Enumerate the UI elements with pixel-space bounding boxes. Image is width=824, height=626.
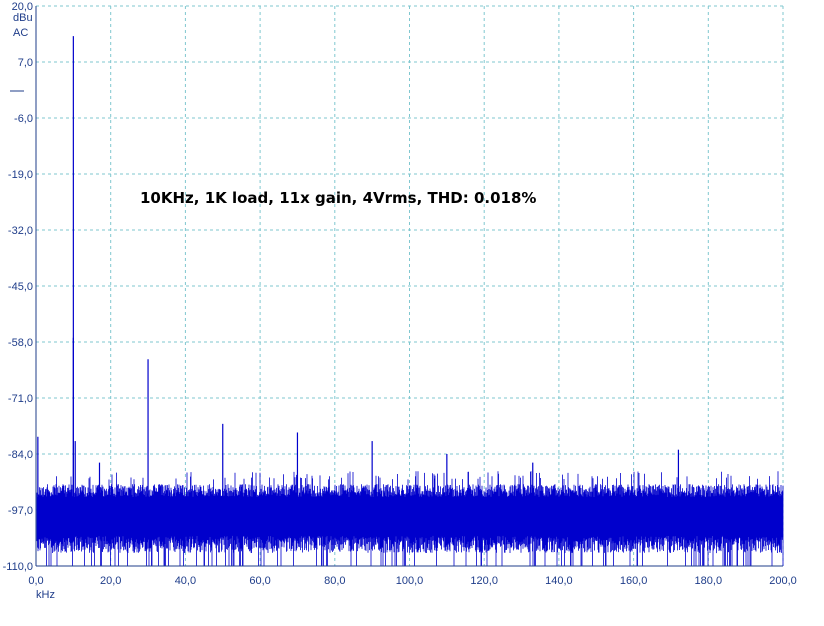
y-tick-label: -32,0 (8, 225, 33, 237)
y-tick-label: -19,0 (8, 169, 33, 181)
y-tick-label: -110,0 (3, 561, 33, 573)
y-tick-label: -58,0 (8, 337, 33, 349)
x-tick-label: 200,0 (769, 575, 797, 587)
x-tick-label: 0,0 (28, 575, 43, 587)
y-tick-label: -71,0 (8, 393, 33, 405)
x-tick-label: 20,0 (100, 575, 121, 587)
y-tick-label: -6,0 (14, 113, 33, 125)
y-tick-label: -97,0 (8, 505, 33, 517)
y-unit-label: dBu (13, 12, 33, 24)
x-tick-label: 80,0 (324, 575, 345, 587)
chart-title: 10KHz, 1K load, 11x gain, 4Vrms, THD: 0.… (140, 189, 536, 207)
harmonic-peaks (37, 36, 680, 506)
x-tick-label: 140,0 (545, 575, 573, 587)
y-tick-label: -84,0 (8, 449, 33, 461)
spectrum-chart: 20,0 7,0 -6,0 -19,0 -32,0 -45,0 -58,0 -71,0 -84,… (3, 1, 797, 601)
x-tick-label: 120,0 (470, 575, 498, 587)
x-tick-labels: 0,0 20,0 40,0 60,0 80,0 100,0 120,0 140,0 160,0 1… (28, 575, 796, 587)
x-tick-label: 100,0 (396, 575, 424, 587)
y-mode-label: AC (13, 27, 28, 39)
x-tick-label: 40,0 (175, 575, 196, 587)
x-tick-label: 60,0 (249, 575, 270, 587)
x-unit-label: kHz (36, 589, 55, 601)
y-tick-label: 7,0 (18, 57, 33, 69)
spectrum-trace (36, 471, 784, 566)
x-tick-label: 160,0 (620, 575, 648, 587)
y-tick-labels: 20,07,0-6,0-19,0-32,0-45,0-58,0-71,0-84,… (3, 1, 33, 573)
noise-floor-trace (36, 471, 784, 566)
x-tick-label: 180,0 (695, 575, 723, 587)
y-tick-label: -45,0 (8, 281, 33, 293)
